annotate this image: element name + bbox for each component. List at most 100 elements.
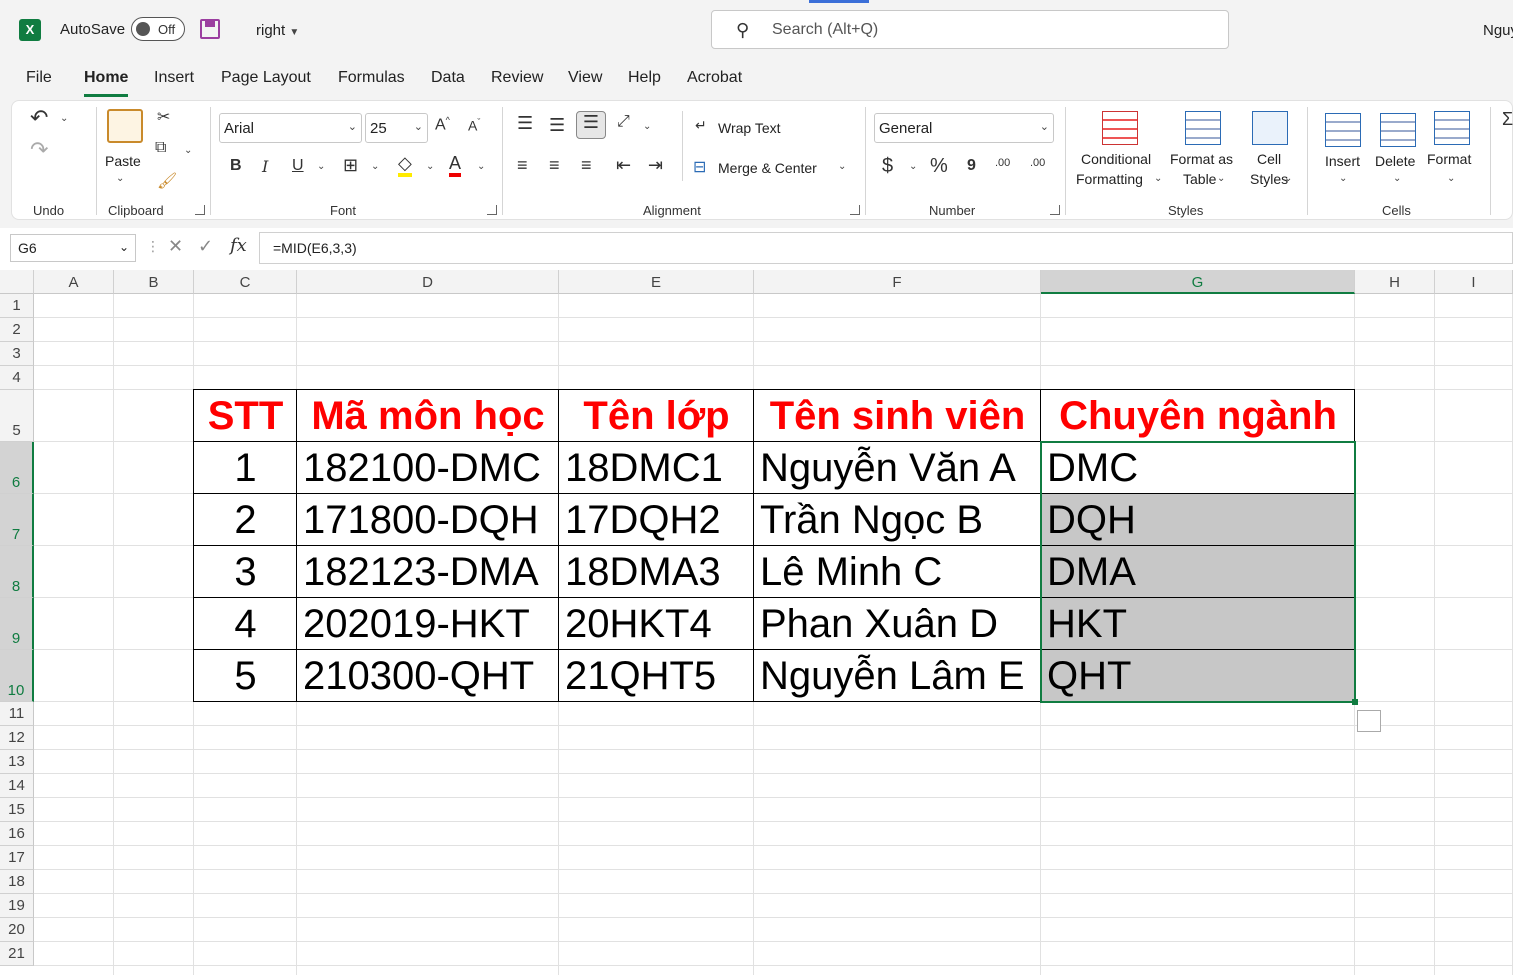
conditional-formatting-label-2[interactable]: Formatting xyxy=(1076,171,1143,187)
font-size-select[interactable]: 25 ⌄ xyxy=(365,113,428,143)
autosave-toggle[interactable]: Off xyxy=(131,17,185,41)
table-cell[interactable]: 182100-DMC xyxy=(303,444,559,494)
chevron-down-icon[interactable]: ⌄ xyxy=(317,161,325,172)
row-header-12[interactable]: 12 xyxy=(0,726,34,750)
chevron-down-icon[interactable]: ⌄ xyxy=(643,121,651,132)
format-as-table-label[interactable]: Format as xyxy=(1170,151,1233,167)
orientation-icon[interactable]: ⤢ xyxy=(617,113,630,131)
table-cell[interactable]: Phan Xuân D xyxy=(760,600,1041,650)
table-cell[interactable]: 17DQH2 xyxy=(565,496,754,546)
row-header-16[interactable]: 16 xyxy=(0,822,34,846)
table-header-cell[interactable]: Mã môn học xyxy=(297,392,559,442)
fill-handle[interactable] xyxy=(1352,699,1358,705)
paste-button[interactable]: Paste xyxy=(105,153,141,169)
sum-icon[interactable]: Σ xyxy=(1502,109,1513,130)
select-all-corner[interactable] xyxy=(0,270,34,294)
merge-center-button[interactable]: Merge & Center xyxy=(718,160,817,176)
row-header-21[interactable]: 21 xyxy=(0,942,34,966)
chevron-down-icon[interactable]: ⌄ xyxy=(1339,173,1347,184)
chevron-down-icon[interactable]: ⌄ xyxy=(116,173,124,184)
row-header-9[interactable]: 9 xyxy=(0,598,34,650)
undo-icon[interactable]: ↶ xyxy=(30,105,48,131)
row-header-10[interactable]: 10 xyxy=(0,650,34,702)
insert-function-icon[interactable]: fx xyxy=(230,235,247,256)
conditional-formatting-icon[interactable] xyxy=(1102,111,1138,145)
tab-insert[interactable]: Insert xyxy=(154,69,194,87)
dialog-launcher-icon[interactable] xyxy=(850,205,860,215)
row-header-1[interactable]: 1 xyxy=(0,294,34,318)
table-cell[interactable]: 5 xyxy=(194,652,297,702)
insert-cells-icon[interactable] xyxy=(1325,113,1361,147)
row-header-3[interactable]: 3 xyxy=(0,342,34,366)
chevron-down-icon[interactable]: ⌄ xyxy=(371,161,379,172)
row-header-20[interactable]: 20 xyxy=(0,918,34,942)
column-header-f[interactable]: F xyxy=(754,270,1041,294)
table-cell[interactable]: Trần Ngọc B xyxy=(760,496,1041,546)
align-bottom-icon[interactable]: ☰ xyxy=(576,111,606,139)
row-header-4[interactable]: 4 xyxy=(0,366,34,390)
column-header-b[interactable]: B xyxy=(114,270,194,294)
format-painter-icon[interactable]: 🖌 xyxy=(157,171,177,191)
cell-styles-icon[interactable] xyxy=(1252,111,1288,145)
enter-icon[interactable]: ✓ xyxy=(198,236,213,257)
search-box[interactable]: ⚲ Search (Alt+Q) xyxy=(711,10,1229,49)
align-left-icon[interactable]: ≡ xyxy=(517,155,528,176)
row-header-13[interactable]: 13 xyxy=(0,750,34,774)
table-cell[interactable]: 21QHT5 xyxy=(565,652,754,702)
column-header-h[interactable]: H xyxy=(1355,270,1435,294)
font-color-icon[interactable]: A xyxy=(449,153,462,177)
column-header-a[interactable]: A xyxy=(34,270,114,294)
delete-button[interactable]: Delete xyxy=(1375,153,1415,169)
cell-styles-label[interactable]: Cell xyxy=(1257,151,1281,167)
delete-cells-icon[interactable] xyxy=(1380,113,1416,147)
chevron-down-icon[interactable]: ⌄ xyxy=(184,145,192,156)
tab-file[interactable]: File xyxy=(26,69,52,87)
table-cell[interactable]: Nguyễn Văn A xyxy=(760,444,1041,494)
chevron-down-icon[interactable]: ⌄ xyxy=(60,113,68,124)
format-as-table-icon[interactable] xyxy=(1185,111,1221,145)
table-header-cell[interactable]: Tên lớp xyxy=(559,392,754,442)
document-name[interactable]: right ▼ xyxy=(256,22,299,39)
table-cell[interactable]: 18DMC1 xyxy=(565,444,754,494)
column-header-e[interactable]: E xyxy=(559,270,754,294)
decrease-decimal-button[interactable]: .00 xyxy=(1030,157,1045,169)
column-header-g[interactable]: G xyxy=(1041,270,1355,294)
tab-review[interactable]: Review xyxy=(491,69,543,87)
table-header-cell[interactable]: Chuyên ngành xyxy=(1041,392,1355,442)
row-header-17[interactable]: 17 xyxy=(0,846,34,870)
chevron-down-icon[interactable]: ⌄ xyxy=(1217,173,1225,184)
comma-button[interactable]: 9 xyxy=(967,157,976,175)
table-cell[interactable]: 20HKT4 xyxy=(565,600,754,650)
chevron-down-icon[interactable]: ⌄ xyxy=(838,161,846,172)
row-header-14[interactable]: 14 xyxy=(0,774,34,798)
table-header-cell[interactable]: Tên sinh viên xyxy=(754,392,1041,442)
table-cell[interactable]: 210300-QHT xyxy=(303,652,559,702)
tab-home[interactable]: Home xyxy=(84,69,129,97)
column-header-c[interactable]: C xyxy=(194,270,297,294)
align-top-icon[interactable]: ☰ xyxy=(517,113,533,134)
align-center-icon[interactable]: ≡ xyxy=(549,155,560,176)
table-cell[interactable]: 2 xyxy=(194,496,297,546)
increase-decimal-button[interactable]: .00 xyxy=(995,157,1010,169)
cut-icon[interactable]: ✂ xyxy=(157,107,170,127)
decrease-indent-icon[interactable]: ⇤ xyxy=(616,155,631,176)
format-as-table-label-2[interactable]: Table xyxy=(1183,171,1216,187)
cell-styles-label-2[interactable]: Styles xyxy=(1250,171,1288,187)
increase-indent-icon[interactable]: ⇥ xyxy=(648,155,663,176)
column-header-d[interactable]: D xyxy=(297,270,559,294)
table-cell[interactable]: 171800-DQH xyxy=(303,496,559,546)
save-icon[interactable] xyxy=(200,19,220,39)
tab-acrobat[interactable]: Acrobat xyxy=(687,69,742,87)
cancel-icon[interactable]: ✕ xyxy=(168,236,183,257)
column-header-i[interactable]: I xyxy=(1435,270,1513,294)
dialog-launcher-icon[interactable] xyxy=(487,205,497,215)
percent-button[interactable]: % xyxy=(930,155,948,178)
font-name-select[interactable]: Arial ⌄ xyxy=(219,113,362,143)
format-cells-icon[interactable] xyxy=(1434,111,1470,145)
redo-icon[interactable]: ↷ xyxy=(30,137,48,163)
chevron-down-icon[interactable]: ⌄ xyxy=(1393,173,1401,184)
fill-color-icon[interactable]: ◇ xyxy=(398,153,412,177)
row-header-11[interactable]: 11 xyxy=(0,702,34,726)
chevron-down-icon[interactable]: ⌄ xyxy=(477,161,485,172)
row-header-7[interactable]: 7 xyxy=(0,494,34,546)
